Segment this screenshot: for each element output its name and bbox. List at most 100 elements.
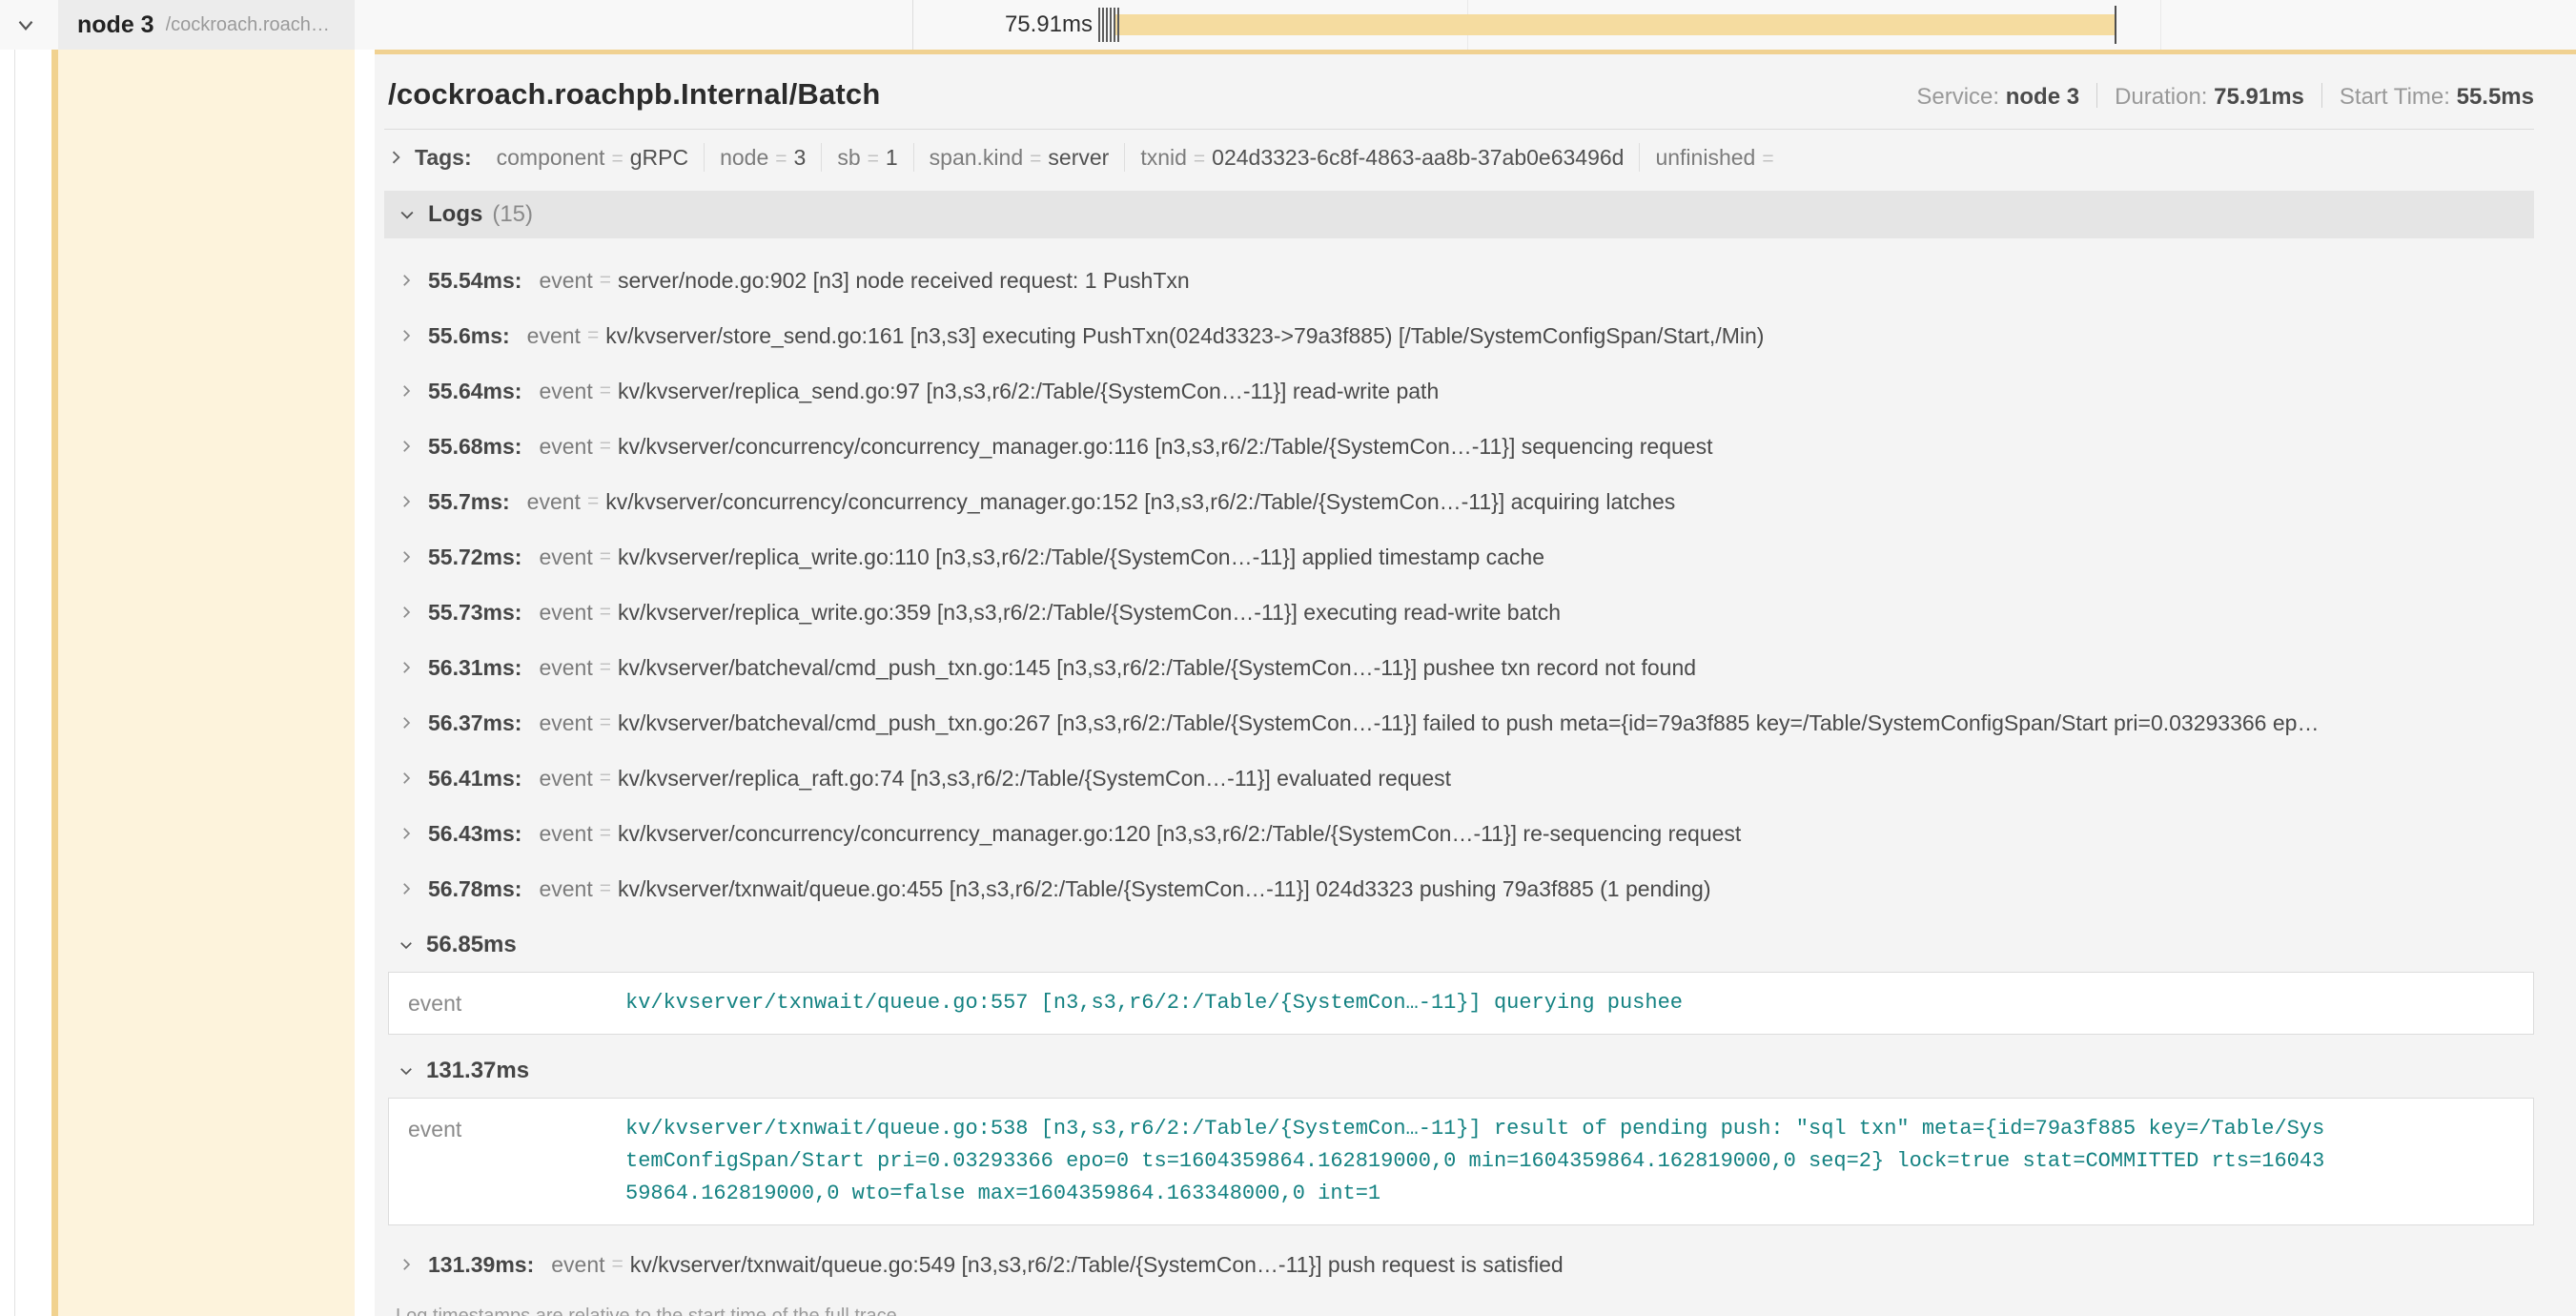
log-field: event xyxy=(539,821,592,847)
tag-component: component=gRPC xyxy=(497,145,688,171)
log-timestamp: 56.37ms: xyxy=(428,710,521,736)
chevron-right-icon[interactable] xyxy=(398,659,415,676)
chevron-right-icon[interactable] xyxy=(398,382,415,400)
log-entry[interactable]: 55.54ms:event=server/node.go:902 [n3] no… xyxy=(384,253,2534,308)
span-color-accent-bar xyxy=(51,0,58,1316)
log-timestamp: 131.39ms: xyxy=(428,1252,534,1278)
log-message: server/node.go:902 [n3] node received re… xyxy=(618,268,1190,294)
tags-label: Tags: xyxy=(415,145,472,171)
span-row[interactable]: node 3 /cockroach.roach… 75.91ms xyxy=(0,0,2576,50)
log-field: event xyxy=(539,434,592,460)
chevron-right-icon[interactable] xyxy=(398,825,415,842)
span-detail-meta: Service: node 3Duration: 75.91msStart Ti… xyxy=(1916,83,2534,111)
trace-detail-page: node 3 /cockroach.roach… 75.91ms /cockro… xyxy=(0,0,2576,1316)
span-detail-title: /cockroach.roachpb.Internal/Batch xyxy=(388,77,881,112)
log-entry[interactable]: 55.6ms:event=kv/kvserver/store_send.go:1… xyxy=(384,308,2534,363)
log-field: event xyxy=(539,876,592,902)
log-message: kv/kvserver/batcheval/cmd_push_txn.go:26… xyxy=(618,710,2319,736)
chevron-right-icon[interactable] xyxy=(386,148,405,167)
chevron-right-icon[interactable] xyxy=(398,493,415,510)
span-duration-bar[interactable] xyxy=(1114,14,2115,35)
log-message: kv/kvserver/concurrency/concurrency_mana… xyxy=(618,434,1712,460)
log-timestamp: 55.73ms: xyxy=(428,600,521,626)
log-marker-tick-end xyxy=(2115,6,2116,44)
log-marker-tick xyxy=(1110,8,1112,42)
span-name-cell[interactable]: node 3 /cockroach.roach… xyxy=(58,0,355,50)
log-entry[interactable]: 55.72ms:event=kv/kvserver/replica_write.… xyxy=(384,529,2534,585)
tags-row[interactable]: Tags: component=gRPC node=3 sb=1 span.ki… xyxy=(384,130,2534,185)
logs-title: Logs xyxy=(428,201,482,228)
chevron-right-icon[interactable] xyxy=(398,327,415,344)
log-message: kv/kvserver/concurrency/concurrency_mana… xyxy=(605,489,1675,515)
log-field-row: event kv/kvserver/txnwait/queue.go:538 [… xyxy=(408,1113,2514,1210)
log-timestamp: 55.72ms: xyxy=(428,545,521,570)
log-timestamp: 55.54ms: xyxy=(428,268,521,294)
log-entry-expanded-header[interactable]: 56.85ms xyxy=(384,920,2534,970)
chevron-right-icon[interactable] xyxy=(398,770,415,787)
log-entry-expanded: 56.85ms event kv/kvserver/txnwait/queue.… xyxy=(384,920,2534,1035)
log-entry-expanded: 131.37ms event kv/kvserver/txnwait/queue… xyxy=(384,1046,2534,1225)
log-fields-table: event kv/kvserver/txnwait/queue.go:538 [… xyxy=(388,1098,2534,1225)
duration-value: 75.91ms xyxy=(2214,84,2304,110)
log-entry[interactable]: 55.68ms:event=kv/kvserver/concurrency/co… xyxy=(384,419,2534,474)
log-entry[interactable]: 131.39ms:event=kv/kvserver/txnwait/queue… xyxy=(384,1237,2534,1292)
span-detail-header: /cockroach.roachpb.Internal/Batch Servic… xyxy=(384,54,2534,129)
log-entry[interactable]: 56.41ms:event=kv/kvserver/replica_raft.g… xyxy=(384,751,2534,806)
log-timestamp: 131.37ms xyxy=(426,1058,529,1084)
collapse-span-chevron-down-icon[interactable] xyxy=(13,12,38,37)
log-field: event xyxy=(539,600,592,626)
log-marker-tick xyxy=(1102,8,1104,42)
column-divider[interactable] xyxy=(912,0,913,50)
chevron-right-icon[interactable] xyxy=(398,438,415,455)
start-time-label: Start Time: xyxy=(2340,84,2450,110)
log-field: event xyxy=(539,655,592,681)
chevron-right-icon[interactable] xyxy=(398,548,415,565)
log-field: event xyxy=(539,710,592,736)
log-entry[interactable]: 56.31ms:event=kv/kvserver/batcheval/cmd_… xyxy=(384,640,2534,695)
chevron-down-icon[interactable] xyxy=(398,936,415,954)
chevron-right-icon[interactable] xyxy=(398,880,415,897)
chevron-right-icon[interactable] xyxy=(398,604,415,621)
log-entry[interactable]: 55.73ms:event=kv/kvserver/replica_write.… xyxy=(384,585,2534,640)
log-entry[interactable]: 56.78ms:event=kv/kvserver/txnwait/queue.… xyxy=(384,861,2534,916)
log-entry[interactable]: 55.7ms:event=kv/kvserver/concurrency/con… xyxy=(384,474,2534,529)
meta-separator xyxy=(2096,83,2097,108)
tag-sb: sb=1 xyxy=(837,145,897,171)
service-label: Service: xyxy=(1916,84,1999,110)
log-entry[interactable]: 56.37ms:event=kv/kvserver/batcheval/cmd_… xyxy=(384,695,2534,751)
log-field-key: event xyxy=(408,987,625,1017)
chevron-right-icon[interactable] xyxy=(398,1256,415,1273)
span-service-name: node 3 xyxy=(77,11,154,39)
chevron-right-icon[interactable] xyxy=(398,714,415,731)
log-message: kv/kvserver/batcheval/cmd_push_txn.go:14… xyxy=(618,655,1696,681)
log-entry[interactable]: 56.43ms:event=kv/kvserver/concurrency/co… xyxy=(384,806,2534,861)
tag-txnid: txnid=024d3323-6c8f-4863-aa8b-37ab0e6349… xyxy=(1140,145,1624,171)
log-field: event xyxy=(527,323,581,349)
selected-span-name-column xyxy=(58,50,355,1316)
log-field-key: event xyxy=(408,1113,625,1142)
log-message: kv/kvserver/replica_write.go:110 [n3,s3,… xyxy=(618,545,1544,570)
log-marker-tick xyxy=(1117,8,1119,42)
meta-separator xyxy=(2321,83,2322,108)
log-timestamp: 56.41ms: xyxy=(428,766,521,792)
log-field-value: kv/kvserver/txnwait/queue.go:538 [n3,s3,… xyxy=(625,1113,2337,1210)
log-field: event xyxy=(539,766,592,792)
logs-section-header[interactable]: Logs (15) xyxy=(384,191,2534,238)
chevron-down-icon[interactable] xyxy=(398,1062,415,1080)
chevron-right-icon[interactable] xyxy=(398,272,415,289)
log-field: event xyxy=(551,1252,604,1278)
tag-unfinished: unfinished= xyxy=(1655,145,1780,171)
log-timestamp: 56.31ms: xyxy=(428,655,521,681)
log-entry-expanded-header[interactable]: 131.37ms xyxy=(384,1046,2534,1096)
log-message: kv/kvserver/txnwait/queue.go:455 [n3,s3,… xyxy=(618,876,1711,902)
log-message: kv/kvserver/replica_write.go:359 [n3,s3,… xyxy=(618,600,1561,626)
tag-span-kind: span.kind=server xyxy=(930,145,1110,171)
log-message: kv/kvserver/replica_send.go:97 [n3,s3,r6… xyxy=(618,379,1439,404)
log-field-value: kv/kvserver/txnwait/queue.go:557 [n3,s3,… xyxy=(625,987,1683,1019)
log-message: kv/kvserver/concurrency/concurrency_mana… xyxy=(618,821,1741,847)
start-time-value: 55.5ms xyxy=(2457,84,2534,110)
log-entry[interactable]: 55.64ms:event=kv/kvserver/replica_send.g… xyxy=(384,363,2534,419)
log-field: event xyxy=(539,379,592,404)
duration-label: Duration: xyxy=(2115,84,2207,110)
chevron-down-icon[interactable] xyxy=(398,205,417,224)
